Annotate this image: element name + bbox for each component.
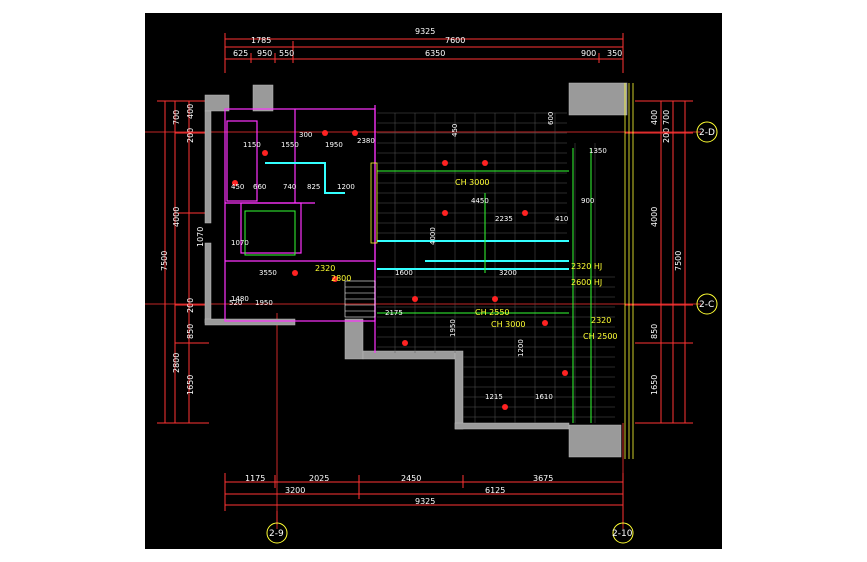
left-dim-200-a: 200: [186, 128, 195, 143]
annotation-2800: 2800: [331, 274, 351, 283]
annotation-1600: 1600: [395, 269, 413, 277]
top-dim-6350: 6350: [425, 49, 445, 58]
annotation-3550: 3550: [259, 269, 277, 277]
left-dim-7500: 7500: [160, 251, 169, 271]
annotation-2600-hj: 2600 HJ: [571, 278, 602, 287]
annotation-1350: 1350: [589, 147, 607, 155]
stairs: [344, 280, 376, 318]
top-dim-950: 950: [257, 49, 272, 58]
bottom-dim-3200: 3200: [285, 486, 305, 495]
annotation-ch2500: CH 2500: [583, 332, 618, 341]
annotation-2380: 2380: [357, 137, 375, 145]
annotation-2320-hj: 2320 HJ: [571, 262, 602, 271]
axis-label-2-10: 2-10: [612, 529, 633, 539]
annotation-ch3000-b: CH 3000: [491, 320, 526, 329]
annotation-450-v: 450: [451, 124, 459, 137]
left-dim-200-b: 200: [186, 298, 195, 313]
bottom-dim-2450: 2450: [401, 474, 421, 483]
right-dim-4000: 4000: [650, 207, 659, 227]
annotation-3200: 3200: [499, 269, 517, 277]
top-dimension-labels: 9325 1785 7600 625 950 550 6350 900 350: [233, 27, 622, 58]
right-dim-1650: 1650: [650, 375, 659, 395]
left-dim-1650: 1650: [186, 375, 195, 395]
annotation-1070: 1070: [231, 239, 249, 247]
axis-label-2-c: 2-C: [699, 300, 714, 310]
top-dim-7600: 7600: [445, 36, 465, 45]
left-dim-4000: 4000: [172, 207, 181, 227]
annotation-2320-b: 2320: [591, 316, 611, 325]
annotation-1950: 1950: [325, 141, 343, 149]
bottom-dim-6125: 6125: [485, 486, 505, 495]
cad-drawing-canvas: 9325 1785 7600 625 950 550 6350 900 350 …: [145, 13, 722, 549]
left-dim-1070: 1070: [196, 227, 205, 247]
annotation-1200-v: 1200: [517, 339, 525, 357]
annotation-2320-a: 2320: [315, 264, 335, 273]
bottom-dim-2025: 2025: [309, 474, 329, 483]
annotation-740: 740: [283, 183, 296, 191]
annotation-450: 450: [231, 183, 244, 191]
annotation-1950-b: 1950: [255, 299, 273, 307]
annotation-1550: 1550: [281, 141, 299, 149]
bottom-overall-dim: 9325: [415, 497, 435, 506]
annotation-1215: 1215: [485, 393, 503, 401]
axis-label-2-d: 2-D: [699, 128, 715, 138]
annotation-1200: 1200: [337, 183, 355, 191]
top-dim-625: 625: [233, 49, 248, 58]
lighting-lines: [244, 148, 592, 423]
left-dimension-labels: 700 400 4000 1070 850 2800 1650 7500 200…: [160, 104, 205, 395]
annotation-4000-v: 4000: [429, 227, 437, 245]
bottom-dim-3675: 3675: [533, 474, 553, 483]
top-dim-550: 550: [279, 49, 294, 58]
annotation-660: 660: [253, 183, 266, 191]
left-dim-850: 850: [186, 324, 195, 339]
axis-label-2-9: 2-9: [269, 529, 284, 539]
annotation-1150: 1150: [243, 141, 261, 149]
top-overall-dim: 9325: [415, 27, 435, 36]
annotation-520: 520: [229, 299, 242, 307]
top-dim-350: 350: [607, 49, 622, 58]
right-dim-200: 200: [662, 128, 671, 143]
annotation-300: 300: [299, 131, 312, 139]
top-dim-1785: 1785: [251, 36, 271, 45]
hvac-ducts: [265, 162, 569, 270]
annotation-2175: 2175: [385, 309, 403, 317]
annotation-1610: 1610: [535, 393, 553, 401]
annotation-4450: 4450: [471, 197, 489, 205]
bottom-dim-1175: 1175: [245, 474, 265, 483]
right-dim-850: 850: [650, 324, 659, 339]
annotation-825: 825: [307, 183, 320, 191]
annotation-600-v: 600: [547, 112, 555, 125]
right-dim-7500: 7500: [674, 251, 683, 271]
right-dim-700: 700: [662, 110, 671, 125]
axis-bubble-2-10: 2-10: [612, 522, 634, 544]
annotation-ch2550: CH 2550: [475, 308, 510, 317]
left-dim-400: 400: [186, 104, 195, 119]
right-dim-400: 400: [650, 110, 659, 125]
left-dim-700: 700: [172, 110, 181, 125]
annotation-900: 900: [581, 197, 594, 205]
annotation-2235: 2235: [495, 215, 513, 223]
top-dim-900: 900: [581, 49, 596, 58]
left-dim-2800: 2800: [172, 353, 181, 373]
axis-bubble-2-d: 2-D: [696, 121, 718, 143]
grid-axis-lines: [145, 131, 701, 529]
annotation-1950-v: 1950: [449, 319, 457, 337]
axis-bubble-2-c: 2-C: [696, 293, 718, 315]
annotation-ch3000-a: CH 3000: [455, 178, 490, 187]
bottom-dimension-labels: 1175 2025 2450 3675 3200 6125 9325: [245, 474, 553, 506]
annotation-410: 410: [555, 215, 568, 223]
right-dimension-labels: 400 4000 850 1650 700 200 7500: [650, 110, 683, 395]
floor-plan-svg: 9325 1785 7600 625 950 550 6350 900 350 …: [145, 27, 718, 544]
